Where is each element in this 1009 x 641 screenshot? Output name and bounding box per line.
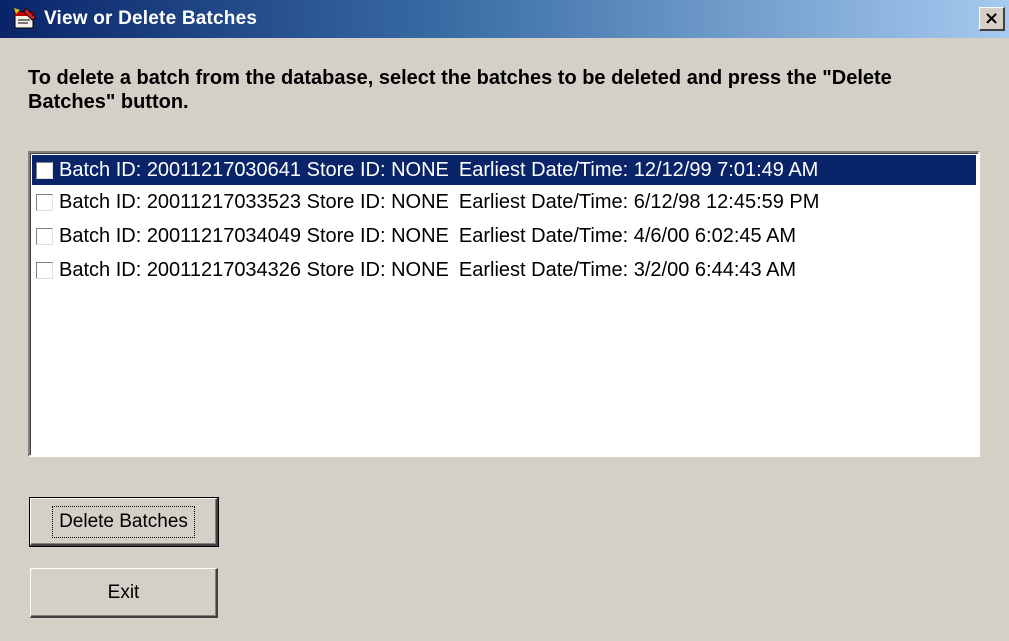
exit-button[interactable]: Exit: [30, 568, 218, 618]
title-bar[interactable]: View or Delete Batches ×: [0, 0, 1009, 38]
batch-label: Batch ID: 20011217034326 Store ID: NONE: [59, 258, 449, 281]
batch-list[interactable]: Batch ID: 20011217030641 Store ID: NONE …: [28, 151, 980, 457]
app-window-icon: [12, 6, 38, 32]
batch-date: Earliest Date/Time: 6/12/98 12:45:59 PM: [458, 190, 820, 213]
dialog-window: View or Delete Batches × To delete a bat…: [0, 0, 1009, 641]
batch-date: Earliest Date/Time: 12/12/99 7:01:49 AM: [458, 158, 819, 181]
delete-batches-button[interactable]: Delete Batches: [29, 497, 219, 547]
batch-row[interactable]: Batch ID: 20011217034049 Store ID: NONE …: [30, 219, 978, 253]
exit-label: Exit: [107, 581, 140, 603]
close-button[interactable]: ×: [979, 7, 1005, 31]
close-icon: ×: [983, 7, 1000, 29]
window-title: View or Delete Batches: [44, 8, 258, 29]
batch-date: Earliest Date/Time: 3/2/00 6:44:43 AM: [458, 258, 797, 281]
instruction-text: To delete a batch from the database, sel…: [28, 67, 892, 113]
batch-label: Batch ID: 20011217034049 Store ID: NONE: [59, 224, 449, 247]
checkbox-unchecked-icon[interactable]: [36, 193, 53, 211]
batch-label: Batch ID: 20011217030641 Store ID: NONE: [59, 158, 449, 181]
batch-row[interactable]: Batch ID: 20011217030641 Store ID: NONE …: [32, 155, 976, 185]
checkbox-unchecked-icon[interactable]: [36, 261, 53, 279]
batch-row[interactable]: Batch ID: 20011217033523 Store ID: NONE …: [30, 185, 978, 219]
batch-row[interactable]: Batch ID: 20011217034326 Store ID: NONE …: [30, 253, 978, 287]
checkbox-unchecked-icon[interactable]: [36, 161, 53, 179]
delete-batches-label: Delete Batches: [52, 505, 195, 538]
batch-label: Batch ID: 20011217033523 Store ID: NONE: [59, 190, 449, 213]
checkbox-unchecked-icon[interactable]: [36, 227, 53, 245]
batch-date: Earliest Date/Time: 4/6/00 6:02:45 AM: [458, 224, 797, 247]
